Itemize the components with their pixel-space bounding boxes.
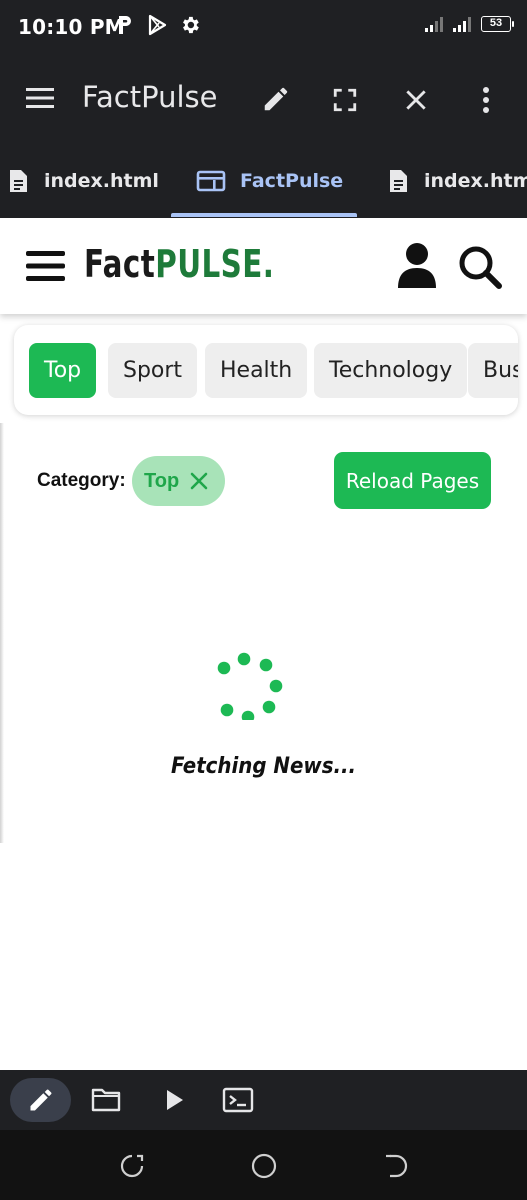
- close-icon[interactable]: [403, 87, 429, 113]
- tab-label: index.html: [44, 170, 159, 192]
- web-preview: FactPULSE. Top Sport Health Technology B…: [0, 218, 527, 1070]
- edit-pencil-icon[interactable]: [261, 84, 291, 114]
- remove-category-icon[interactable]: [189, 471, 209, 491]
- battery-indicator: 53: [481, 16, 514, 32]
- active-category-text: Top: [144, 469, 180, 492]
- back-icon[interactable]: [382, 1152, 410, 1180]
- more-vert-icon[interactable]: [476, 86, 496, 114]
- side-drawer-edge: [0, 423, 4, 843]
- play-store-icon: [148, 14, 167, 36]
- user-icon[interactable]: [397, 242, 437, 288]
- file-document-icon: [10, 170, 27, 192]
- signal-icon: [425, 17, 443, 32]
- site-header: FactPULSE.: [0, 218, 527, 314]
- hamburger-menu-icon[interactable]: [26, 249, 66, 283]
- category-bar: Top Sport Health Technology Bus: [14, 325, 518, 415]
- category-chip-sport[interactable]: Sport: [108, 343, 198, 398]
- category-label: Category:: [37, 470, 126, 491]
- tab-label: index.html: [424, 170, 527, 192]
- app-title: FactPulse: [82, 80, 218, 114]
- category-chip-top[interactable]: Top: [29, 343, 97, 398]
- site-logo[interactable]: FactPULSE.: [84, 242, 274, 286]
- editor-app-bar: FactPulse: [0, 54, 527, 144]
- p-icon: [119, 16, 131, 34]
- run-play-icon: [167, 1090, 183, 1110]
- editor-bottom-toolbar: [0, 1070, 527, 1130]
- tab-index-html-1[interactable]: index.html: [6, 144, 159, 218]
- settings-gear-icon: [183, 16, 199, 34]
- tab-label: FactPulse: [240, 170, 344, 192]
- status-bar: 10:10 PM 53: [0, 0, 527, 54]
- category-chip-technology[interactable]: Technology: [314, 343, 468, 398]
- active-category-pill: Top: [132, 456, 225, 506]
- signal-icon-2: [453, 17, 471, 32]
- fullscreen-icon[interactable]: [332, 87, 358, 113]
- system-nav-bar: [0, 1130, 527, 1200]
- folder-icon: [91, 1088, 121, 1112]
- tab-index-html-2[interactable]: index.html: [386, 144, 527, 218]
- status-time: 10:10 PM: [18, 15, 125, 39]
- run-button[interactable]: [156, 1078, 192, 1122]
- browser-window-icon: [196, 170, 226, 192]
- active-tab-indicator: [171, 213, 357, 217]
- edit-icon: [30, 1089, 51, 1111]
- search-icon[interactable]: [457, 244, 503, 290]
- files-button[interactable]: [86, 1078, 126, 1122]
- category-chip-health[interactable]: Health: [205, 343, 308, 398]
- home-icon[interactable]: [250, 1152, 278, 1180]
- editor-tabs: index.html FactPulse index.html: [0, 144, 527, 218]
- category-chip-business[interactable]: Bus: [468, 343, 518, 398]
- loading-spinner-icon: [217, 652, 283, 720]
- logo-fact: Fact: [84, 242, 156, 286]
- tab-factpulse[interactable]: FactPulse: [196, 144, 343, 218]
- terminal-button[interactable]: [218, 1078, 258, 1122]
- recents-icon[interactable]: [118, 1152, 146, 1180]
- loading-text: Fetching News...: [170, 754, 357, 779]
- terminal-icon: [222, 1087, 254, 1113]
- menu-icon[interactable]: [26, 86, 56, 110]
- reload-pages-button[interactable]: Reload Pages: [334, 452, 491, 509]
- status-right: 53: [425, 16, 514, 32]
- logo-pulse: PULSE.: [155, 242, 275, 286]
- file-document-icon: [390, 170, 407, 192]
- edit-mode-button[interactable]: [10, 1078, 71, 1122]
